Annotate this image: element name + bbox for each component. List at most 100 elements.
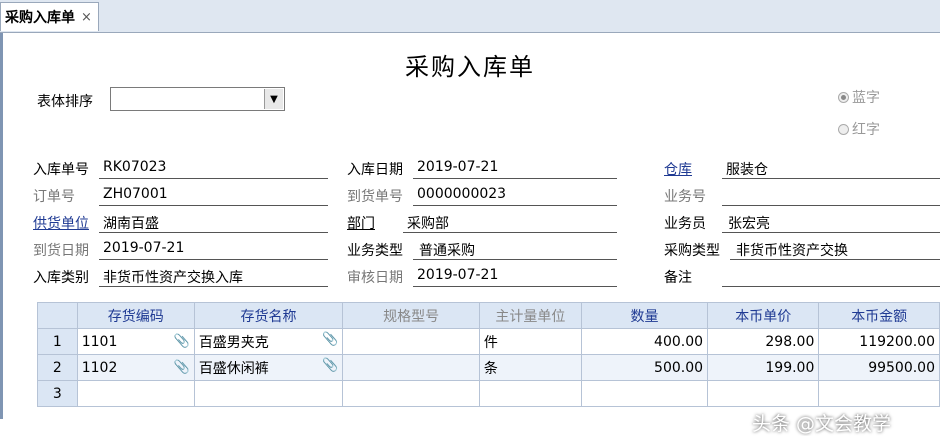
watermark: 头条 @文会教学	[752, 413, 892, 435]
supplier-link[interactable]: 供货单位	[33, 213, 89, 233]
table-row[interactable]: 3	[37, 380, 940, 407]
name-text: 百盛休闲裤	[198, 360, 269, 377]
in-type-label: 入库类别	[33, 270, 89, 286]
table-row[interactable]: 2 1102 📎 百盛休闲裤 📎 条 500.00 199.00 99500.00	[37, 354, 940, 381]
close-icon[interactable]: ×	[81, 10, 92, 25]
field-receipt-no: 入库单号 RK07023	[33, 157, 328, 179]
field-remark: 备注	[664, 265, 940, 287]
paperclip-icon[interactable]: 📎	[322, 358, 338, 373]
radio-red-label: 红字	[852, 122, 880, 138]
warehouse-link[interactable]: 仓库	[664, 159, 692, 179]
biz-type-value[interactable]: 普通采购	[419, 240, 475, 260]
order-no-value[interactable]: ZH07001	[103, 186, 168, 202]
code-text: 1101	[81, 333, 118, 350]
cell-price[interactable]: 298.00	[707, 328, 820, 355]
radio-blue-label: 蓝字	[852, 90, 880, 106]
cell-spec[interactable]	[342, 328, 480, 355]
cell-name[interactable]	[193, 380, 344, 407]
warehouse-value[interactable]: 服装仓	[726, 159, 768, 179]
receipt-date-value[interactable]: 2019-07-21	[417, 159, 498, 175]
tab-bar: 采购入库单 ×	[0, 0, 940, 33]
biz-type-label: 业务类型	[347, 243, 403, 259]
cell-amount[interactable]: 119200.00	[818, 328, 940, 355]
table-header-row: 存货编码 存货名称 规格型号 主计量单位 数量 本币单价 本币金额	[37, 302, 940, 329]
row-number: 1	[37, 328, 78, 355]
cell-code[interactable]: 1102 📎	[76, 354, 195, 381]
cell-qty[interactable]	[580, 380, 709, 407]
field-supplier: 供货单位 湖南百盛	[33, 211, 328, 233]
tab-purchase-receipt[interactable]: 采购入库单 ×	[0, 2, 99, 31]
cell-qty[interactable]: 400.00	[580, 328, 709, 355]
form-area: 采购入库单 表体排序 ▼ 蓝字 红字 入库单号 RK07023 入库日期 201…	[0, 33, 940, 435]
audit-date-label: 审核日期	[347, 270, 403, 286]
paperclip-icon[interactable]: 📎	[174, 334, 190, 349]
arrival-no-value[interactable]: 0000000023	[417, 186, 506, 202]
header-qty[interactable]: 数量	[580, 302, 709, 329]
header-code[interactable]: 存货编码	[76, 302, 195, 329]
arrival-date-label: 到货日期	[33, 243, 89, 259]
code-text: 1102	[81, 359, 118, 376]
cell-name[interactable]: 百盛休闲裤 📎	[193, 354, 344, 381]
cell-spec[interactable]	[342, 380, 480, 407]
staff-label: 业务员	[664, 216, 706, 232]
field-staff: 业务员 张宏亮	[664, 211, 940, 233]
page-title: 采购入库单	[405, 53, 535, 81]
chevron-down-icon[interactable]: ▼	[264, 89, 283, 109]
receipt-no-label: 入库单号	[33, 162, 89, 178]
header-name[interactable]: 存货名称	[193, 302, 344, 329]
cell-unit[interactable]: 件	[478, 328, 582, 355]
purchase-type-value[interactable]: 非货币性资产交换	[736, 240, 848, 260]
header-spec[interactable]: 规格型号	[342, 302, 480, 329]
purchase-type-label: 采购类型	[664, 243, 720, 259]
radio-unselected-icon	[838, 123, 849, 135]
row-number: 3	[37, 380, 78, 407]
radio-red[interactable]: 红字	[838, 119, 880, 139]
cell-code[interactable]	[76, 380, 195, 407]
order-no-label: 订单号	[33, 189, 75, 205]
sort-select[interactable]: ▼	[110, 87, 285, 111]
supplier-value[interactable]: 湖南百盛	[103, 213, 159, 233]
staff-value[interactable]: 张宏亮	[728, 213, 770, 233]
tab-title: 采购入库单	[5, 10, 75, 26]
cell-qty[interactable]: 500.00	[580, 354, 709, 381]
cell-unit[interactable]	[478, 380, 582, 407]
sort-label: 表体排序	[37, 94, 93, 110]
cell-price[interactable]: 199.00	[707, 354, 820, 381]
cell-amount[interactable]: 99500.00	[818, 354, 940, 381]
row-number: 2	[37, 354, 78, 381]
cell-spec[interactable]	[342, 354, 480, 381]
dept-label[interactable]: 部门	[347, 213, 375, 233]
table-row[interactable]: 1 1101 📎 百盛男夹克 📎 件 400.00 298.00 119200.00	[37, 328, 940, 355]
radio-blue[interactable]: 蓝字	[838, 87, 880, 107]
cell-amount[interactable]	[818, 380, 940, 407]
name-text: 百盛男夹克	[198, 334, 269, 351]
header-price[interactable]: 本币单价	[707, 302, 820, 329]
field-arrival-date: 到货日期 2019-07-21	[33, 238, 328, 260]
field-biz-type: 业务类型 普通采购	[347, 238, 617, 260]
field-purchase-type: 采购类型 非货币性资产交换	[664, 238, 940, 260]
field-audit-date: 审核日期 2019-07-21	[347, 265, 617, 287]
field-dept: 部门 采购部	[347, 211, 617, 233]
detail-table: 存货编码 存货名称 规格型号 主计量单位 数量 本币单价 本币金额 1 1101…	[37, 302, 940, 407]
salesman-no-label: 业务号	[664, 189, 706, 205]
header-unit[interactable]: 主计量单位	[478, 302, 582, 329]
audit-date-value[interactable]: 2019-07-21	[417, 267, 498, 283]
in-type-value[interactable]: 非货币性资产交换入库	[103, 267, 243, 287]
field-warehouse: 仓库 服装仓	[664, 157, 940, 179]
header-amount[interactable]: 本币金额	[818, 302, 940, 329]
arrival-date-value[interactable]: 2019-07-21	[103, 240, 184, 256]
receipt-no-value[interactable]: RK07023	[103, 159, 166, 175]
left-border	[0, 33, 3, 419]
paperclip-icon[interactable]: 📎	[322, 332, 338, 347]
field-salesman-no: 业务号	[664, 184, 940, 206]
cell-price[interactable]	[707, 380, 820, 407]
cell-name[interactable]: 百盛男夹克 📎	[193, 328, 344, 355]
dept-value[interactable]: 采购部	[407, 213, 449, 233]
paperclip-icon[interactable]: 📎	[174, 360, 190, 375]
radio-selected-icon	[838, 91, 849, 103]
field-order-no: 订单号 ZH07001	[33, 184, 328, 206]
field-receipt-date: 入库日期 2019-07-21	[347, 157, 617, 179]
field-arrival-no: 到货单号 0000000023	[347, 184, 617, 206]
cell-code[interactable]: 1101 📎	[76, 328, 195, 355]
cell-unit[interactable]: 条	[478, 354, 582, 381]
